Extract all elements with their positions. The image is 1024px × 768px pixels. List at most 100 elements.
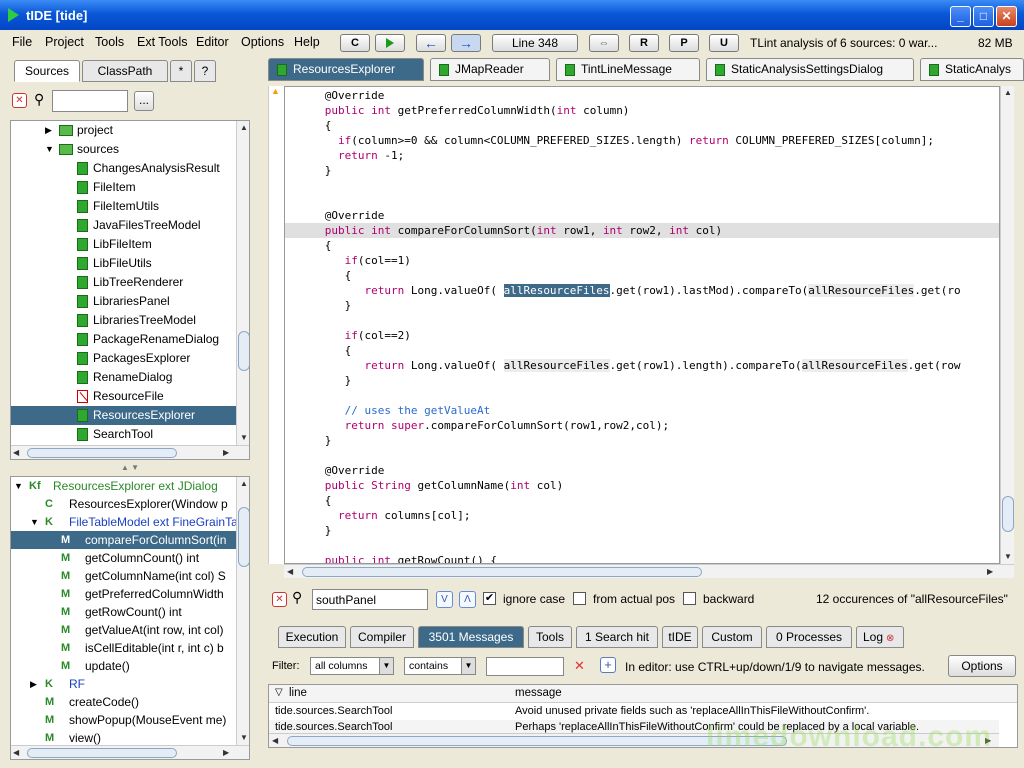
tab-compiler[interactable]: Compiler [350,626,414,648]
filter-input[interactable] [486,657,564,676]
tab-messages[interactable]: 3501 Messages [418,626,524,648]
tree-item[interactable]: ResourceFile [11,387,241,406]
outline-item[interactable]: ▶ K RF [11,675,249,693]
tree-item[interactable]: ▶ project [11,121,241,140]
editor-tab-resourcesexplorer[interactable]: ResourcesExplorer [268,58,424,81]
tree-item[interactable]: LibrariesTreeModel [11,311,241,330]
editor-tab-jmapreader[interactable]: JMapReader [430,58,550,81]
tab-execution[interactable]: Execution [278,626,346,648]
forward-button[interactable]: → [451,34,481,52]
outline-item[interactable]: MshowPopup(MouseEvent me) [11,711,249,729]
tree-item[interactable]: ResourcesExplorer [11,406,241,425]
tab-help[interactable]: ? [194,60,216,82]
outline-item[interactable]: MgetColumnCount() int [11,549,249,567]
menu-ext-tools[interactable]: Ext Tools [137,35,188,49]
outline-item[interactable]: McreateCode() [11,693,249,711]
close-tab-icon[interactable]: ⊗ [886,633,894,644]
expand-icon[interactable]: ▶ [30,675,37,693]
editor-tab-staticanalys[interactable]: StaticAnalys [920,58,1024,81]
tab-classpath[interactable]: ClassPath [82,60,168,82]
outline-item[interactable]: Mupdate() [11,657,249,675]
p-button[interactable]: P [669,34,699,52]
tree-item[interactable]: LibFileItem [11,235,241,254]
source-tree-vscroll[interactable]: ▲ ▼ [236,121,249,445]
outline-hscroll[interactable]: ◀ ▶ [11,745,249,759]
editor-tab-staticanalysissettingsdialog[interactable]: StaticAnalysisSettingsDialog [706,58,914,81]
u-button[interactable]: U [709,34,739,52]
column-select[interactable]: all columns ▼ [310,657,394,675]
source-search-input[interactable] [52,90,128,112]
from-actual-pos-checkbox[interactable] [573,592,586,605]
tree-item[interactable]: FileItem [11,178,241,197]
find-next-button[interactable]: V [436,591,453,608]
find-input[interactable] [312,589,428,610]
menu-editor[interactable]: Editor [196,35,229,49]
clear-filter-icon[interactable]: ✕ [574,658,585,674]
add-filter-button[interactable]: + [600,657,616,673]
tree-item[interactable]: LibTreeRenderer [11,273,241,292]
ignore-case-checkbox[interactable]: ✔ [483,592,496,605]
outline-item[interactable]: C ResourcesExplorer(Window p [11,495,249,513]
source-tree-hscroll[interactable]: ◀ ▶ [11,445,249,459]
expand-icon[interactable]: ▶ [45,121,52,140]
close-button[interactable]: ✕ [996,6,1017,27]
column-header-line[interactable]: line [289,687,307,699]
editor-vscroll[interactable]: ▲ ▼ [1000,86,1014,564]
compile-button[interactable]: C [340,34,370,52]
tree-item[interactable]: ▼ sources [11,140,241,159]
tree-item[interactable]: SearchTool [11,425,241,444]
tree-item[interactable]: PackagesExplorer [11,349,241,368]
tab-custom[interactable]: Custom [702,626,762,648]
sort-icon[interactable]: ▽ [275,687,283,698]
menu-file[interactable]: File [12,35,32,49]
outline-item[interactable]: MisCellEditable(int r, int c) b [11,639,249,657]
tab-processes[interactable]: 0 Processes [766,626,852,648]
menu-options[interactable]: Options [241,35,284,49]
mode-select[interactable]: contains ▼ [404,657,476,675]
tree-item[interactable]: LibrariesPanel [11,292,241,311]
back-button[interactable]: ← [416,34,446,52]
tab-star[interactable]: * [170,60,192,82]
tab-tools[interactable]: Tools [528,626,572,648]
swap-button[interactable]: ⇔ [589,34,619,52]
menu-project[interactable]: Project [45,35,84,49]
outline-vscroll[interactable]: ▲ ▼ [236,477,249,745]
menu-tools[interactable]: Tools [95,35,124,49]
outline-item[interactable]: ▼ K FileTableModel ext FineGrainTa [11,513,249,531]
outline-item[interactable]: MgetPreferredColumnWidth [11,585,249,603]
find-previous-button[interactable]: Λ [459,591,476,608]
clear-icon[interactable]: ✕ [12,93,27,108]
menu-help[interactable]: Help [294,35,320,49]
editor-tab-tintlinemessage[interactable]: TintLineMessage [556,58,700,81]
tab-log[interactable]: Log ⊗ [856,626,904,648]
split-handle[interactable]: ▲ ▼ [10,463,250,473]
minimize-button[interactable]: _ [950,6,971,27]
tree-item[interactable]: JavaFilesTreeModel [11,216,241,235]
column-header-message[interactable]: message [515,687,562,699]
close-find-icon[interactable]: ✕ [272,592,287,607]
run-button[interactable] [375,34,405,52]
collapse-icon[interactable]: ▼ [14,477,23,495]
editor-hscroll[interactable]: ◀ ▶ [284,564,1014,578]
collapse-icon[interactable]: ▼ [45,140,54,159]
backward-checkbox[interactable] [683,592,696,605]
collapse-icon[interactable]: ▼ [30,513,39,531]
outline-item[interactable]: MgetValueAt(int row, int col) [11,621,249,639]
outline-item[interactable]: MgetColumnName(int col) S [11,567,249,585]
tab-search-hit[interactable]: 1 Search hit [576,626,658,648]
maximize-button[interactable]: □ [973,6,994,27]
r-button[interactable]: R [629,34,659,52]
tab-sources[interactable]: Sources [14,60,80,82]
tree-item[interactable]: LibFileUtils [11,254,241,273]
tab-tide[interactable]: tIDE [662,626,698,648]
line-button[interactable]: Line 348 [492,34,578,52]
tree-item[interactable]: PackageRenameDialog [11,330,241,349]
tree-item[interactable]: RenameDialog [11,368,241,387]
tree-item[interactable]: ChangesAnalysisResult [11,159,241,178]
outline-item[interactable]: ▼ Kf ResourcesExplorer ext JDialog [11,477,249,495]
tree-item[interactable]: FileItemUtils [11,197,241,216]
code-editor[interactable]: @Override public int getPreferredColumnW… [284,86,1000,564]
table-row[interactable]: tide.sources.SearchTool Avoid unused pri… [269,704,999,719]
browse-button[interactable]: ... [134,91,154,111]
outline-item[interactable]: McompareForColumnSort(in [11,531,249,549]
